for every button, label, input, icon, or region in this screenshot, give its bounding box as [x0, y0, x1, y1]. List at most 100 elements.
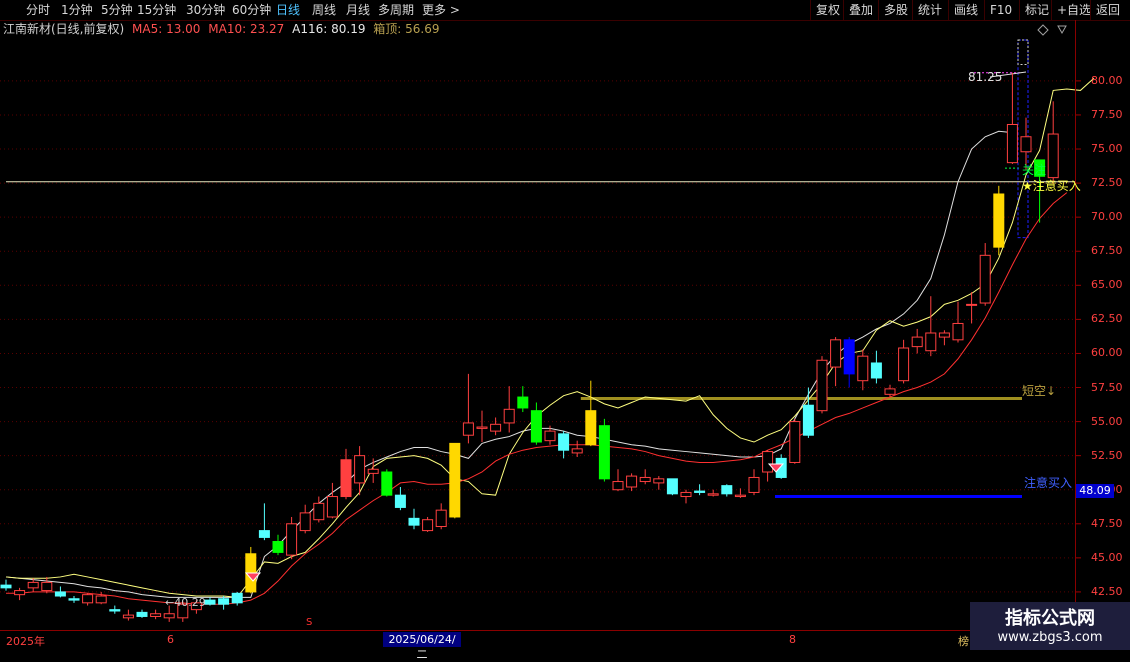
- candle-body: [163, 613, 175, 619]
- price-label-10: 55.00: [1091, 414, 1123, 428]
- candle-body: [408, 517, 420, 526]
- candle-body: [41, 581, 53, 592]
- candle-body: [462, 422, 474, 436]
- diamond-outline-icon: [1037, 24, 1049, 36]
- s-marker: S: [306, 617, 313, 628]
- candle-body: [82, 594, 94, 604]
- candle-body: [54, 591, 66, 597]
- low-price-label: ←40.29: [165, 596, 206, 609]
- price-label-8: 60.00: [1091, 346, 1123, 360]
- candle-body: [340, 459, 352, 498]
- candle-body: [830, 339, 842, 368]
- candle-body: [612, 481, 624, 491]
- candle-body: [0, 584, 12, 589]
- candle-body: [680, 491, 692, 498]
- candle-body: [354, 455, 366, 484]
- candle-body: [952, 322, 964, 341]
- watermark: 指标公式网 www.zbgs3.com: [970, 602, 1130, 650]
- candle-body: [748, 476, 760, 493]
- attention-buy-label-2: 注意买入: [1024, 476, 1073, 490]
- candle-body: [707, 493, 719, 496]
- candle-body: [898, 347, 910, 382]
- candle-body: [666, 478, 678, 495]
- candle-body: [14, 590, 26, 596]
- price-label-15: 42.50: [1091, 584, 1123, 598]
- price-label-14: 45.00: [1091, 550, 1123, 564]
- candle-body: [762, 451, 774, 473]
- candle-body: [870, 362, 882, 379]
- candle-body: [381, 471, 393, 496]
- candle-body: [558, 433, 570, 451]
- candle-body: [272, 541, 284, 553]
- low-price-value: 40.29: [174, 596, 206, 609]
- candle-body: [449, 442, 461, 518]
- price-label-4: 70.00: [1091, 210, 1123, 224]
- short-label: 短空↓: [1022, 384, 1057, 398]
- candle-body: [843, 339, 855, 375]
- kline-chart[interactable]: [0, 0, 1130, 650]
- candle-body: [204, 599, 216, 605]
- price-label-1: 77.50: [1091, 107, 1123, 121]
- price-label-13: 47.50: [1091, 516, 1123, 530]
- candle-body: [816, 359, 828, 412]
- price-label-5: 67.50: [1091, 244, 1123, 258]
- candle-body: [95, 595, 107, 604]
- attention-buy-label: ★注意买入: [1022, 179, 1081, 193]
- watermark-url: www.zbgs3.com: [997, 630, 1103, 645]
- price-label-3: 72.50: [1091, 176, 1123, 190]
- candle-body: [68, 598, 80, 601]
- price-label-9: 57.50: [1091, 380, 1123, 394]
- candle-body: [136, 611, 148, 617]
- triangle-down-icon: [1057, 25, 1067, 35]
- candle-body: [857, 355, 869, 382]
- candle-body: [585, 410, 597, 446]
- candle-body: [802, 404, 814, 436]
- candle-body: [694, 490, 706, 493]
- price-label-0: 80.00: [1091, 73, 1123, 87]
- candle-body: [571, 448, 583, 454]
- candle-body: [258, 530, 270, 538]
- candle-body: [286, 523, 298, 556]
- candle-body: [27, 581, 39, 589]
- candle-body: [517, 396, 529, 409]
- candle-body: [122, 614, 134, 619]
- candle-body: [1006, 123, 1018, 164]
- candle-body: [367, 468, 379, 474]
- price-label-6: 65.00: [1091, 278, 1123, 292]
- candle-body: [422, 519, 434, 532]
- candle-body: [231, 592, 243, 604]
- candle-body: [734, 494, 746, 498]
- price-label-7: 62.50: [1091, 312, 1123, 326]
- candle-body: [544, 430, 556, 442]
- candle-body: [435, 509, 447, 528]
- candle-body: [979, 254, 991, 304]
- candle-body: [653, 478, 665, 484]
- candle-body: [490, 423, 502, 432]
- date-axis[interactable]: 2025年 6 2025/06/24/二 8 榜: [0, 630, 1075, 661]
- candle-body: [925, 332, 937, 352]
- candle-body: [938, 332, 950, 338]
- candle-body: [150, 613, 162, 617]
- date-month-8: 8: [789, 633, 796, 646]
- candle-body: [1047, 133, 1059, 179]
- high-price-label: 81.25: [968, 70, 1003, 84]
- date-month-6: 6: [167, 633, 174, 646]
- price-label-2: 75.00: [1091, 142, 1123, 156]
- candle-body: [530, 410, 542, 443]
- rank-badge[interactable]: 榜: [958, 633, 969, 649]
- date-year: 2025年: [6, 635, 45, 648]
- watermark-title: 指标公式网: [1005, 608, 1095, 629]
- candle-body: [993, 193, 1005, 248]
- candle-body: [789, 421, 801, 463]
- candle-body: [1020, 136, 1032, 153]
- candle-body: [626, 475, 638, 488]
- candle-body: [476, 426, 488, 429]
- candle-body: [639, 476, 651, 483]
- candle-body: [911, 336, 923, 348]
- candle-body: [218, 598, 230, 605]
- projection-box-top: [1017, 39, 1029, 66]
- watch-label: 关注: [1022, 163, 1047, 177]
- candle-body: [598, 425, 610, 480]
- candle-body: [966, 303, 978, 306]
- candle-body: [721, 485, 733, 495]
